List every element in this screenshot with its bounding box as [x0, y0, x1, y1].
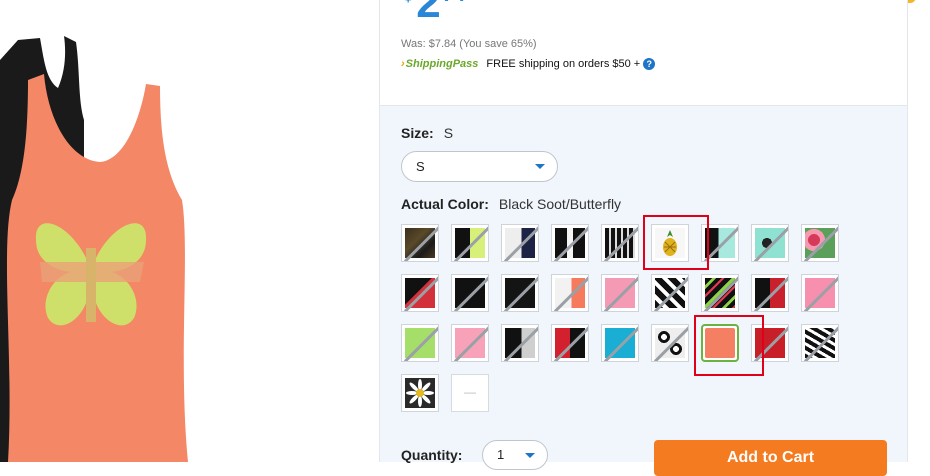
savings-text: (You save 65%): [459, 38, 537, 50]
swatch-black-lime[interactable]: [451, 224, 489, 262]
highlight-frame-pineapple: [643, 215, 709, 270]
quantity-select[interactable]: 1: [482, 440, 548, 470]
price-display: $274: [402, 0, 466, 28]
shipping-line: ›ShippingPass FREE shipping on orders $5…: [401, 58, 656, 70]
size-label-row: Size: S: [401, 125, 453, 141]
swatch-zebra[interactable]: [801, 324, 839, 362]
size-select[interactable]: S: [401, 151, 558, 182]
swatch-more[interactable]: —: [451, 374, 489, 412]
swatch-black-white-stripe[interactable]: [651, 274, 689, 312]
swatch-black-2[interactable]: [501, 274, 539, 312]
quantity-value: 1: [497, 447, 505, 462]
add-to-cart-button[interactable]: Add to Cart: [654, 440, 887, 476]
swatch-chevron[interactable]: [701, 274, 739, 312]
chevron-down-icon: [535, 164, 545, 169]
variant-options: Size: S S Actual Color: Black Soot/Butterf…: [379, 106, 908, 476]
swatch-black[interactable]: [451, 274, 489, 312]
color-label-row: Actual Color: Black Soot/Butterfly: [401, 196, 621, 212]
chevron-down-icon: [525, 453, 535, 458]
product-options-panel: $274 Was: $7.84 (You save 65%) ›Shipping…: [379, 0, 908, 476]
swatch-red-black[interactable]: [551, 324, 589, 362]
was-price: Was: $7.84: [401, 38, 457, 50]
swatch-mint-print[interactable]: [751, 224, 789, 262]
shippingpass-logo[interactable]: ›ShippingPass: [401, 58, 478, 70]
swatch-lime[interactable]: [401, 324, 439, 362]
swatch-black-red-floral[interactable]: [401, 274, 439, 312]
color-label: Actual Color:: [401, 196, 489, 212]
was-price-line: Was: $7.84 (You save 65%): [401, 38, 537, 50]
price-currency: $: [402, 0, 414, 6]
help-icon[interactable]: ?: [643, 58, 656, 70]
swatch-white-navy[interactable]: [501, 224, 539, 262]
swatch-light-pink[interactable]: [451, 324, 489, 362]
swatch-tribal-print[interactable]: [601, 224, 639, 262]
daisy-icon: [406, 379, 434, 407]
size-value: S: [443, 125, 454, 141]
swatch-pink-2[interactable]: [801, 274, 839, 312]
swatch-black-red[interactable]: [751, 274, 789, 312]
swatch-turquoise[interactable]: [601, 324, 639, 362]
shipping-text: FREE shipping on orders $50 +: [486, 58, 641, 70]
price-section: $274 Was: $7.84 (You save 65%) ›Shipping…: [379, 0, 908, 106]
swatch-floral-pink[interactable]: [801, 224, 839, 262]
product-image[interactable]: [0, 0, 260, 462]
swatch-black-grey[interactable]: [501, 324, 539, 362]
price-dollars: 2: [416, 0, 441, 27]
quantity-label: Quantity:: [401, 447, 463, 463]
color-value: Black Soot/Butterfly: [498, 196, 622, 212]
highlight-frame-coral: [694, 315, 764, 376]
size-selected-value: S: [416, 159, 425, 174]
size-label: Size:: [401, 125, 434, 141]
swatch-pink[interactable]: [601, 274, 639, 312]
swatch-camo[interactable]: [401, 224, 439, 262]
swatch-black-white[interactable]: [551, 224, 589, 262]
swatch-white-coral[interactable]: [551, 274, 589, 312]
tank-top-image: [0, 36, 189, 462]
price-cents: 74: [442, 0, 466, 6]
swatch-animal-print[interactable]: [651, 324, 689, 362]
swatch-daisy[interactable]: [401, 374, 439, 412]
